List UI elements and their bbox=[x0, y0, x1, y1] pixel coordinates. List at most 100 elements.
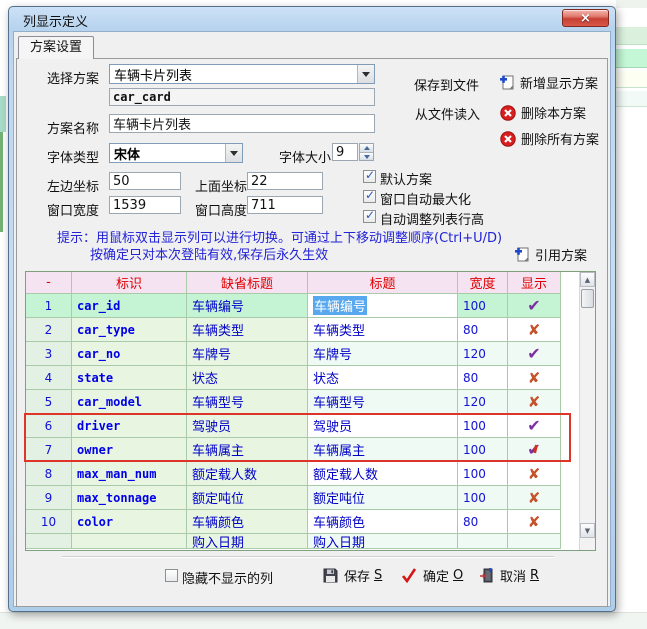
row-number-cell[interactable]: 7 bbox=[26, 438, 72, 462]
stepper-down-icon[interactable] bbox=[360, 152, 373, 160]
cancel-button[interactable]: 取消R bbox=[480, 566, 539, 585]
exit-door-icon bbox=[480, 568, 494, 583]
table-row[interactable]: 5car_model车辆型号车辆型号120✘ bbox=[26, 390, 595, 414]
identifier-cell: max_man_num bbox=[72, 462, 187, 486]
row-number-cell[interactable]: 9 bbox=[26, 486, 72, 510]
header-cell[interactable]: 标识 bbox=[72, 272, 187, 294]
tab-scheme-settings[interactable]: 方案设置 bbox=[18, 36, 94, 59]
table-row[interactable]: 6driver驾驶员驾驶员100✔ bbox=[26, 414, 595, 438]
visible-cell[interactable]: ✘ bbox=[508, 366, 561, 390]
row-number-cell[interactable]: 10 bbox=[26, 510, 72, 534]
window-height-input[interactable] bbox=[247, 196, 323, 214]
font-type-combobox[interactable]: 宋体 bbox=[109, 143, 243, 163]
scheme-name-input[interactable] bbox=[109, 114, 375, 133]
header-cell[interactable]: 宽度 bbox=[458, 272, 508, 294]
reference-scheme-button[interactable]: 引用方案 bbox=[514, 245, 587, 264]
header-cell[interactable]: 标题 bbox=[308, 272, 458, 294]
row-number-cell[interactable]: 3 bbox=[26, 342, 72, 366]
header-cell[interactable]: 显示 bbox=[508, 272, 561, 294]
checkbox-default-scheme[interactable]: 默认方案 bbox=[363, 169, 432, 188]
width-cell[interactable]: 80 bbox=[458, 510, 508, 534]
row-number-cell[interactable]: 8 bbox=[26, 462, 72, 486]
width-cell[interactable]: 100 bbox=[458, 486, 508, 510]
vertical-scrollbar[interactable]: ▲ ▼ bbox=[579, 272, 595, 550]
save-button[interactable]: 保存S bbox=[323, 566, 382, 585]
row-number-cell[interactable]: 6 bbox=[26, 414, 72, 438]
delete-scheme-button[interactable]: 删除本方案 bbox=[500, 103, 586, 122]
row-number-cell[interactable]: 2 bbox=[26, 318, 72, 342]
close-button[interactable]: × bbox=[562, 9, 609, 27]
scroll-down-icon[interactable]: ▼ bbox=[580, 523, 595, 538]
width-cell[interactable]: 80 bbox=[458, 318, 508, 342]
chevron-down-icon[interactable] bbox=[225, 144, 242, 162]
delete-all-schemes-button[interactable]: 删除所有方案 bbox=[500, 129, 599, 148]
width-cell[interactable]: 120 bbox=[458, 342, 508, 366]
checkbox-icon[interactable] bbox=[363, 210, 376, 223]
scrollbar-thumb[interactable] bbox=[581, 289, 594, 308]
row-number-cell[interactable]: 1 bbox=[26, 294, 72, 318]
window-width-input[interactable] bbox=[109, 196, 181, 214]
scheme-code-field[interactable]: car_card bbox=[109, 88, 375, 106]
width-cell[interactable]: 100 bbox=[458, 462, 508, 486]
table-row[interactable]: 8max_man_num额定载人数额定载人数100✘ bbox=[26, 462, 595, 486]
visible-cell[interactable]: ✔ bbox=[508, 294, 561, 318]
row-number-cell[interactable] bbox=[26, 534, 72, 549]
table-row[interactable]: 2car_type车辆类型车辆类型80✘ bbox=[26, 318, 595, 342]
table-row[interactable]: 7owner车辆属主车辆属主100✔ bbox=[26, 438, 595, 462]
row-number-cell[interactable]: 4 bbox=[26, 366, 72, 390]
table-row[interactable]: 3car_no车牌号车牌号120✔ bbox=[26, 342, 595, 366]
table-row[interactable]: 1car_id车辆编号车辆编号100✔ bbox=[26, 294, 595, 318]
chevron-down-icon[interactable] bbox=[357, 65, 374, 83]
font-size-stepper[interactable] bbox=[359, 143, 374, 161]
scheme-select-combobox[interactable]: 车辆卡片列表 bbox=[109, 64, 375, 84]
title-cell[interactable]: 车辆类型 bbox=[308, 318, 458, 342]
table-row[interactable]: 4state状态状态80✘ bbox=[26, 366, 595, 390]
visible-cell[interactable]: ✘ bbox=[508, 318, 561, 342]
width-cell[interactable]: 100 bbox=[458, 414, 508, 438]
header-cell[interactable]: - bbox=[26, 272, 72, 294]
visible-cell[interactable]: ✔ bbox=[508, 414, 561, 438]
title-cell[interactable]: 车辆颜色 bbox=[308, 510, 458, 534]
title-cell[interactable]: 额定载人数 bbox=[308, 462, 458, 486]
visible-cell[interactable]: ✘ bbox=[508, 390, 561, 414]
width-cell[interactable]: 120 bbox=[458, 390, 508, 414]
checkbox-auto-row-height[interactable]: 自动调整列表行高 bbox=[363, 209, 484, 228]
checkbox-icon[interactable] bbox=[363, 170, 376, 183]
checkbox-icon[interactable] bbox=[363, 190, 376, 203]
add-scheme-button[interactable]: 新增显示方案 bbox=[499, 73, 598, 92]
header-cell[interactable]: 缺省标题 bbox=[187, 272, 308, 294]
width-cell[interactable]: 80 bbox=[458, 366, 508, 390]
title-cell[interactable]: 驾驶员 bbox=[308, 414, 458, 438]
stepper-up-icon[interactable] bbox=[360, 144, 373, 152]
table-row[interactable]: 9max_tonnage额定吨位额定吨位100✘ bbox=[26, 486, 595, 510]
visible-cell[interactable]: ✘ bbox=[508, 510, 561, 534]
save-to-file-button[interactable]: 保存到文件 bbox=[414, 75, 479, 94]
scroll-up-icon[interactable]: ▲ bbox=[580, 272, 595, 287]
width-cell[interactable] bbox=[458, 534, 508, 549]
read-from-file-button[interactable]: 从文件读入 bbox=[415, 104, 480, 123]
width-cell[interactable]: 100 bbox=[458, 294, 508, 318]
table-row[interactable]: 10color车辆颜色车辆颜色80✘ bbox=[26, 510, 595, 534]
title-cell[interactable]: 车辆型号 bbox=[308, 390, 458, 414]
title-cell[interactable]: 车牌号 bbox=[308, 342, 458, 366]
title-cell[interactable]: 购入日期 bbox=[308, 534, 458, 549]
title-cell[interactable]: 状态 bbox=[308, 366, 458, 390]
table-row-partial[interactable]: 购入日期购入日期 bbox=[26, 534, 595, 549]
visible-cell[interactable]: ✘ bbox=[508, 486, 561, 510]
ok-button[interactable]: 确定O bbox=[401, 566, 463, 585]
checkbox-hide-hidden-columns[interactable]: 隐藏不显示的列 bbox=[165, 568, 273, 587]
title-cell[interactable]: 车辆属主 bbox=[308, 438, 458, 462]
font-size-input[interactable] bbox=[332, 143, 358, 161]
checkbox-icon[interactable] bbox=[165, 569, 178, 582]
checkbox-auto-maximize[interactable]: 窗口自动最大化 bbox=[363, 189, 471, 208]
title-cell[interactable]: 车辆编号 bbox=[308, 294, 458, 318]
dialog-titlebar[interactable]: 列显示定义 × bbox=[9, 7, 615, 31]
top-coord-input[interactable] bbox=[247, 172, 323, 190]
visible-cell[interactable]: ✔ bbox=[508, 342, 561, 366]
left-coord-input[interactable] bbox=[109, 172, 181, 190]
row-number-cell[interactable]: 5 bbox=[26, 390, 72, 414]
width-cell[interactable]: 100 bbox=[458, 438, 508, 462]
visible-cell[interactable]: ✘ bbox=[508, 462, 561, 486]
visible-cell[interactable] bbox=[508, 534, 561, 549]
title-cell[interactable]: 额定吨位 bbox=[308, 486, 458, 510]
